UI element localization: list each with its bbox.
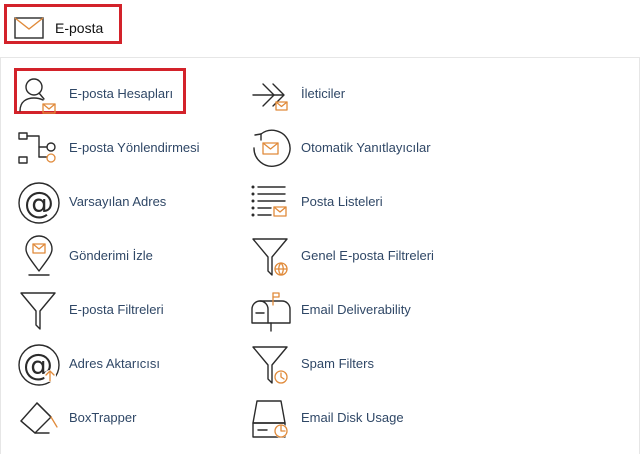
email-deliverability-link[interactable]: Email Deliverability: [249, 289, 469, 333]
spam-filters-link[interactable]: Spam Filters: [249, 343, 469, 387]
email-filters-link[interactable]: E-posta Filtreleri: [17, 289, 237, 333]
section-header: E-posta: [0, 0, 640, 58]
boxtrapper-icon: [17, 397, 61, 441]
user-mail-icon: [17, 73, 61, 117]
spam-filter-icon: [249, 343, 293, 387]
global-email-filters-label: Genel E-posta Filtreleri: [301, 248, 434, 263]
spam-filters-label: Spam Filters: [301, 356, 374, 371]
default-address-label: Varsayılan Adres: [69, 194, 167, 209]
autoresponders-link[interactable]: Otomatik Yanıtlayıcılar: [249, 127, 469, 171]
default-address-link[interactable]: @ Varsayılan Adres: [17, 181, 237, 225]
forwarders-label: İleticiler: [301, 86, 346, 101]
email-accounts-link[interactable]: E-posta Hesapları: [17, 73, 237, 117]
track-delivery-link[interactable]: Gönderimi İzle: [17, 235, 237, 279]
filter-icon: [17, 289, 61, 333]
section-title[interactable]: E-posta: [55, 20, 103, 36]
mailing-list-icon: [249, 181, 293, 225]
location-pin-mail-icon: [17, 235, 61, 279]
email-filters-label: E-posta Filtreleri: [69, 302, 164, 317]
global-email-filters-link[interactable]: Genel E-posta Filtreleri: [249, 235, 469, 279]
email-deliverability-label: Email Deliverability: [301, 302, 411, 317]
at-import-icon: @: [17, 343, 61, 387]
address-importer-label: Adres Aktarıcısı: [69, 356, 161, 371]
mailbox-icon: [249, 289, 293, 333]
global-filter-icon: [249, 235, 293, 279]
forwarder-arrow-icon: [249, 73, 293, 117]
email-accounts-label: E-posta Hesapları: [69, 86, 174, 101]
email-disk-usage-link[interactable]: Email Disk Usage: [249, 397, 469, 441]
envelope-icon: [14, 17, 44, 39]
email-routing-link[interactable]: E-posta Yönlendirmesi: [17, 127, 237, 171]
track-delivery-label: Gönderimi İzle: [69, 248, 153, 263]
at-sign-icon: @: [17, 181, 61, 225]
autoresponder-icon: [249, 127, 293, 171]
forwarders-link[interactable]: İleticiler: [249, 73, 469, 117]
routing-icon: [17, 127, 61, 171]
mailing-lists-label: Posta Listeleri: [301, 194, 383, 209]
disk-usage-icon: [249, 397, 293, 441]
mailing-lists-link[interactable]: Posta Listeleri: [249, 181, 469, 225]
email-routing-label: E-posta Yönlendirmesi: [69, 140, 200, 155]
boxtrapper-link[interactable]: BoxTrapper: [17, 397, 237, 441]
svg-text:@: @: [24, 186, 54, 221]
autoresponders-label: Otomatik Yanıtlayıcılar: [301, 140, 431, 155]
address-importer-link[interactable]: @ Adres Aktarıcısı: [17, 343, 237, 387]
boxtrapper-label: BoxTrapper: [69, 410, 137, 425]
email-disk-usage-label: Email Disk Usage: [301, 410, 404, 425]
